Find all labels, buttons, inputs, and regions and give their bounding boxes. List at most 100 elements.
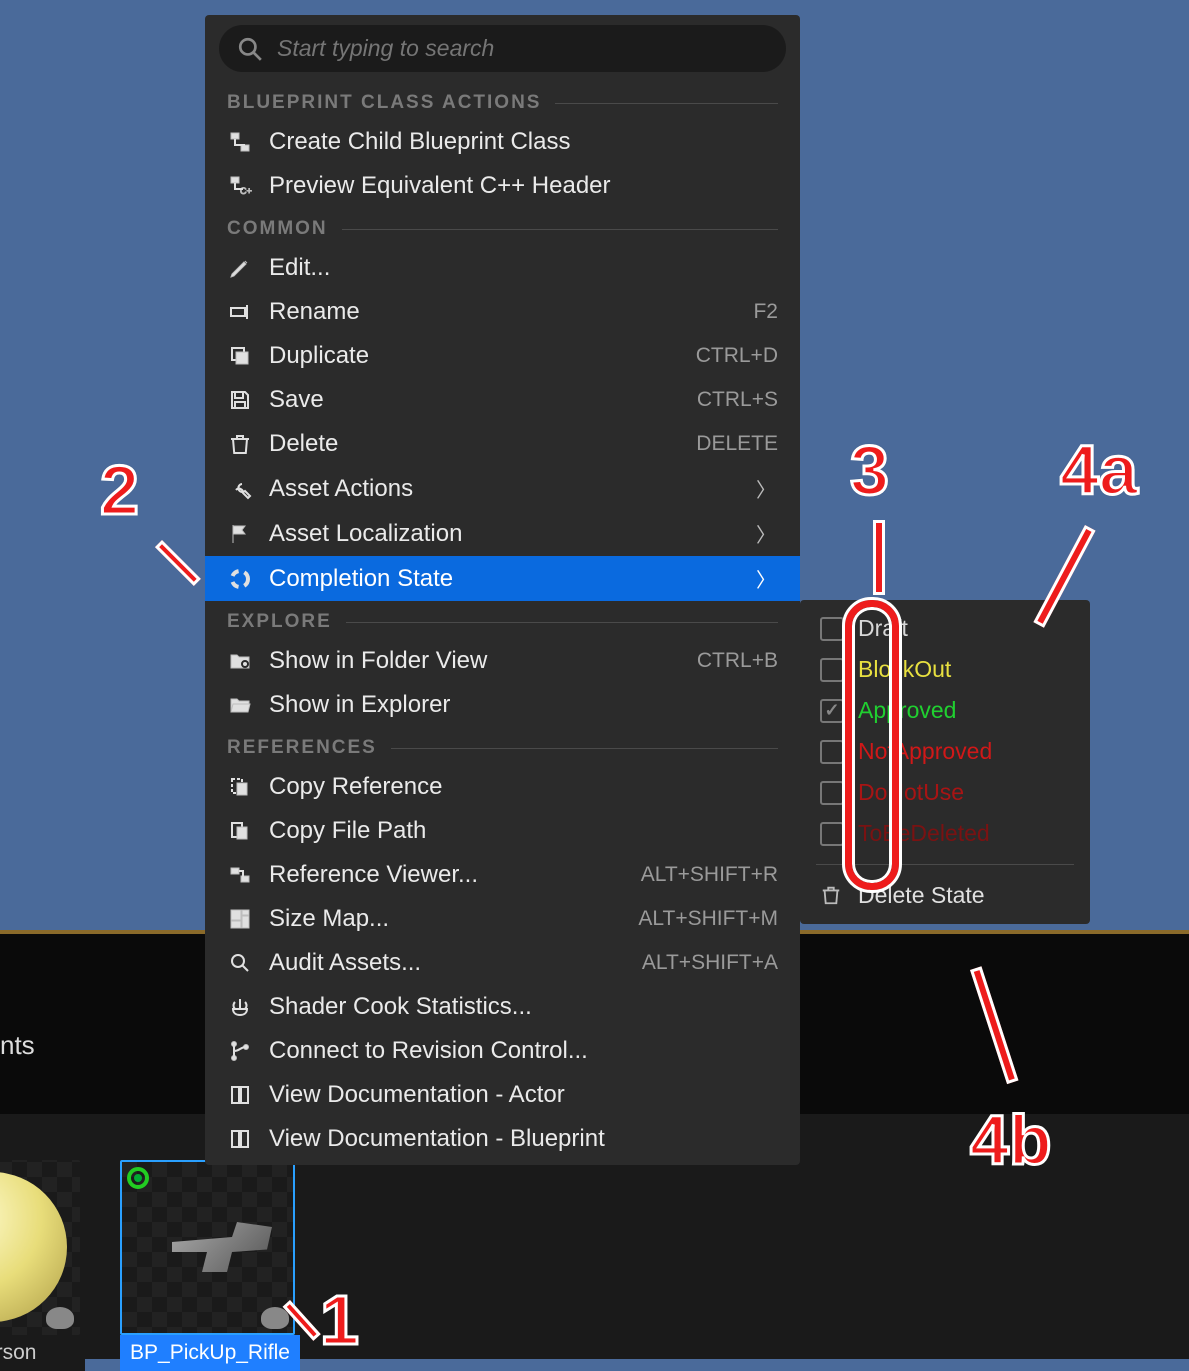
asset-preview-sphere: [0, 1172, 67, 1322]
menu-item-size-map[interactable]: Size Map... ALT+SHIFT+M: [205, 897, 800, 941]
audit-icon: [227, 950, 253, 976]
menu-item-label: View Documentation - Actor: [269, 1081, 778, 1109]
menu-item-completion-state[interactable]: Completion State 〉: [205, 556, 800, 601]
trash-icon: [227, 431, 253, 457]
delete-state-item[interactable]: Delete State: [800, 875, 1090, 916]
menu-item-view-documentation-actor[interactable]: View Documentation - Actor: [205, 1073, 800, 1117]
section-title: REFERENCES: [227, 737, 377, 759]
folder-view-icon: [227, 648, 253, 674]
menu-item-shortcut: CTRL+D: [696, 344, 778, 368]
menu-item-edit[interactable]: Edit...: [205, 246, 800, 290]
menu-item-reference-viewer[interactable]: Reference Viewer... ALT+SHIFT+R: [205, 853, 800, 897]
menu-item-show-in-explorer[interactable]: Show in Explorer: [205, 683, 800, 727]
menu-item-label: Duplicate: [269, 342, 680, 370]
completion-state-notapproved[interactable]: NotApproved: [800, 731, 1090, 772]
menu-item-asset-actions[interactable]: Asset Actions 〉: [205, 466, 800, 511]
menu-item-label: Audit Assets...: [269, 949, 626, 977]
menu-item-label: Preview Equivalent C++ Header: [269, 172, 778, 200]
copy-path-icon: [227, 818, 253, 844]
menu-item-asset-localization[interactable]: Asset Localization 〉: [205, 511, 800, 556]
menu-item-shader-cook-statistics[interactable]: Shader Cook Statistics...: [205, 985, 800, 1029]
section-divider: [555, 103, 778, 104]
camera-icon: [46, 1307, 74, 1329]
menu-item-label: Save: [269, 386, 681, 414]
asset-label: stPerson: [0, 1335, 85, 1371]
menu-search-row[interactable]: [219, 25, 786, 72]
menu-item-label: Copy Reference: [269, 773, 778, 801]
duplicate-icon: [227, 343, 253, 369]
menu-item-shortcut: ALT+SHIFT+A: [642, 951, 778, 975]
completion-state-tobedeleted[interactable]: ToBeDeleted: [800, 813, 1090, 854]
chevron-right-icon: 〉: [756, 519, 778, 548]
menu-item-show-in-folder-view[interactable]: Show in Folder View CTRL+B: [205, 639, 800, 683]
asset-label: BP_PickUp_Rifle: [120, 1335, 300, 1371]
checkbox-icon: [820, 617, 844, 641]
menu-item-duplicate[interactable]: Duplicate CTRL+D: [205, 334, 800, 378]
section-divider: [342, 229, 778, 230]
menu-item-delete[interactable]: Delete DELETE: [205, 422, 800, 466]
asset-thumbnail-selected[interactable]: BP_PickUp_Rifle: [120, 1160, 300, 1371]
ring-icon: [227, 566, 253, 592]
checkbox-icon: [820, 658, 844, 682]
completion-state-donotuse[interactable]: DoNotUse: [800, 772, 1090, 813]
annotation-1: 1: [320, 1280, 359, 1360]
menu-item-audit-assets[interactable]: Audit Assets... ALT+SHIFT+A: [205, 941, 800, 985]
menu-search-input[interactable]: [277, 35, 768, 62]
menu-item-shortcut: ALT+SHIFT+M: [638, 907, 778, 931]
annotation-3-ring: [845, 600, 899, 890]
menu-section-header: EXPLORE: [205, 601, 800, 639]
shader-icon: [227, 994, 253, 1020]
menu-item-view-documentation-blueprint[interactable]: View Documentation - Blueprint: [205, 1117, 800, 1161]
menu-item-label: Copy File Path: [269, 817, 778, 845]
rename-icon: [227, 299, 253, 325]
menu-item-create-child-blueprint-class[interactable]: Create Child Blueprint Class: [205, 120, 800, 164]
asset-thumb-image: [120, 1160, 295, 1335]
menu-item-label: Asset Localization: [269, 520, 740, 548]
trash-icon: [820, 884, 844, 908]
copy-ref-icon: [227, 774, 253, 800]
camera-icon: [261, 1307, 289, 1329]
section-title: COMMON: [227, 218, 328, 240]
menu-item-label: Edit...: [269, 254, 778, 282]
folder-open-icon: [227, 692, 253, 718]
menu-item-shortcut: ALT+SHIFT+R: [641, 863, 778, 887]
menu-item-rename[interactable]: RenameF2: [205, 290, 800, 334]
checkbox-icon: [820, 740, 844, 764]
section-divider: [346, 622, 778, 623]
checkbox-icon: [820, 699, 844, 723]
menu-item-label: Completion State: [269, 565, 740, 593]
menu-item-save[interactable]: SaveCTRL+S: [205, 378, 800, 422]
menu-item-copy-reference[interactable]: Copy Reference: [205, 765, 800, 809]
menu-section-header: BLUEPRINT CLASS ACTIONS: [205, 82, 800, 120]
chevron-right-icon: 〉: [756, 564, 778, 593]
checkbox-icon: [820, 822, 844, 846]
menu-item-preview-equivalent-c-header[interactable]: Preview Equivalent C++ Header: [205, 164, 800, 208]
chevron-right-icon: 〉: [756, 474, 778, 503]
menu-item-copy-file-path[interactable]: Copy File Path: [205, 809, 800, 853]
annotation-4b: 4b: [970, 1100, 1052, 1180]
section-title: BLUEPRINT CLASS ACTIONS: [227, 92, 541, 114]
menu-item-label: Show in Folder View: [269, 647, 681, 675]
completion-state-blockout[interactable]: BlockOut: [800, 649, 1090, 690]
section-title: EXPLORE: [227, 611, 332, 633]
menu-item-label: Create Child Blueprint Class: [269, 128, 778, 156]
save-icon: [227, 387, 253, 413]
menu-item-label: Delete: [269, 430, 680, 458]
flag-icon: [227, 521, 253, 547]
menu-item-shortcut: DELETE: [696, 432, 778, 456]
completion-state-approved[interactable]: Approved: [800, 690, 1090, 731]
menu-item-shortcut: CTRL+B: [697, 649, 778, 673]
size-map-icon: [227, 906, 253, 932]
menu-item-label: Reference Viewer...: [269, 861, 625, 889]
checkbox-icon: [820, 781, 844, 805]
menu-item-label: Connect to Revision Control...: [269, 1037, 778, 1065]
asset-thumbnail[interactable]: stPerson: [0, 1160, 85, 1371]
menu-item-label: Size Map...: [269, 905, 622, 933]
asset-preview-mesh: [172, 1222, 272, 1272]
annotation-4a: 4a: [1060, 430, 1138, 510]
menu-item-label: Asset Actions: [269, 475, 740, 503]
menu-item-label: Show in Explorer: [269, 691, 778, 719]
menu-item-connect-to-revision-control[interactable]: Connect to Revision Control...: [205, 1029, 800, 1073]
annotation-3: 3: [850, 430, 889, 510]
ref-viewer-icon: [227, 862, 253, 888]
